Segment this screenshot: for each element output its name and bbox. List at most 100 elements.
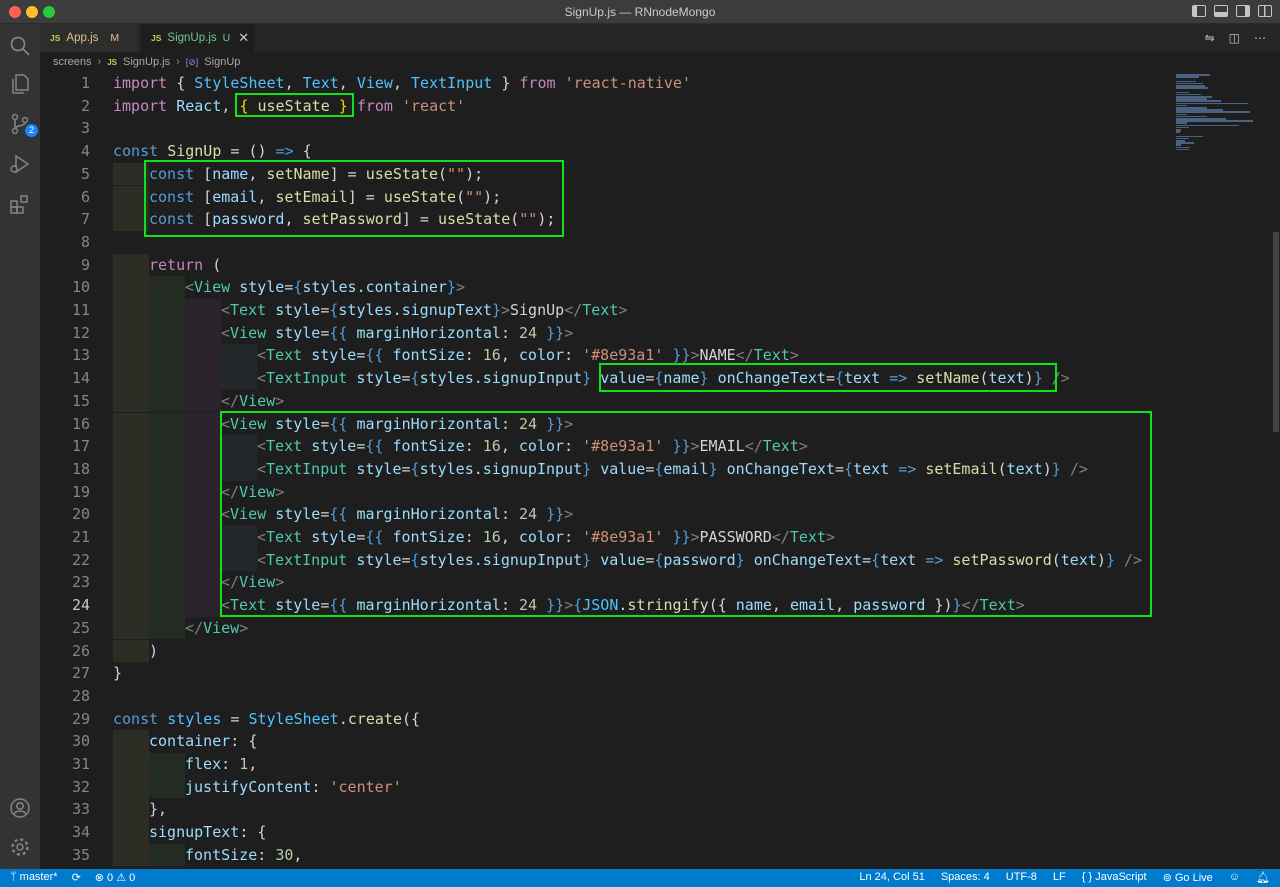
more-actions-icon[interactable]: ⋯: [1254, 31, 1266, 45]
code-token: View: [239, 391, 276, 410]
toggle-sidebar-icon[interactable]: [1192, 5, 1206, 17]
scrollbar-thumb[interactable]: [1273, 232, 1279, 432]
code-token: const: [113, 142, 159, 161]
code-token: </: [221, 391, 240, 410]
breadcrumb-symbol[interactable]: SignUp: [204, 56, 240, 68]
toggle-secondary-sidebar-icon[interactable]: [1236, 5, 1250, 17]
code-token: style: [275, 323, 321, 342]
source-control-icon[interactable]: 2: [8, 112, 38, 137]
code-area[interactable]: import { StyleSheet, Text, View, TextInp…: [113, 72, 1193, 869]
tab-signup-js[interactable]: JS SignUp.js U ✕: [141, 24, 254, 52]
code-token: from: [519, 74, 556, 92]
title-bar: SignUp.js — RNnodeMongo: [0, 0, 1280, 24]
indent-guide: [185, 321, 221, 345]
line-number: 17: [71, 437, 90, 456]
code-line[interactable]: import { StyleSheet, Text, View, TextInp…: [113, 72, 691, 95]
code-token: :: [257, 845, 276, 864]
breadcrumb: screens › JS SignUp.js › [⊘] SignUp: [40, 52, 1280, 72]
code-line[interactable]: fontSize: 30,: [185, 844, 302, 867]
eol-status[interactable]: LF: [1053, 871, 1066, 884]
search-icon[interactable]: [8, 34, 32, 58]
code-token: marginHorizontal: [356, 323, 501, 342]
code-token: 30: [275, 845, 294, 864]
settings-gear-icon[interactable]: [8, 835, 32, 859]
language-mode[interactable]: { } JavaScript: [1082, 871, 1147, 884]
breadcrumb-folder[interactable]: screens: [53, 56, 92, 68]
highlight-box-email-password-views: [220, 411, 1152, 617]
indent-guide: [113, 435, 149, 458]
split-editor-icon[interactable]: ◫: [1229, 31, 1240, 45]
compare-changes-icon[interactable]: ⇋: [1205, 31, 1215, 45]
code-line[interactable]: container: {: [149, 730, 257, 753]
git-branch-status[interactable]: ᛘ master*: [10, 871, 58, 884]
code-token: style: [275, 301, 321, 319]
code-token: >: [455, 278, 465, 297]
code-line[interactable]: </View>: [221, 390, 284, 413]
go-live-button[interactable]: ⊚ Go Live: [1163, 871, 1213, 884]
cursor-position[interactable]: Ln 24, Col 51: [859, 871, 924, 884]
close-icon[interactable]: ✕: [238, 30, 249, 46]
indent-guide: [185, 299, 221, 322]
indent-guide: [149, 389, 185, 413]
code-line[interactable]: }: [113, 662, 122, 685]
code-line[interactable]: return (: [149, 254, 221, 277]
code-line[interactable]: signupText: {: [149, 821, 266, 844]
code-token: 16: [482, 346, 501, 365]
code-line[interactable]: flex: 1,: [185, 753, 257, 776]
sync-icon[interactable]: ⟳: [72, 871, 81, 884]
line-number: 7: [80, 210, 90, 229]
indentation-status[interactable]: Spaces: 4: [941, 871, 990, 884]
line-number: 24: [71, 596, 90, 615]
code-line[interactable]: },: [149, 798, 167, 821]
indent-guide: [113, 389, 149, 413]
indent-guide: [185, 526, 221, 549]
code-line[interactable]: <View style={styles.container}>: [185, 276, 465, 299]
tab-label: App.js: [66, 32, 99, 44]
indent-guide: [113, 753, 149, 776]
tab-app-js[interactable]: JS App.js M: [40, 24, 138, 52]
indent-guide: [185, 435, 221, 458]
feedback-icon[interactable]: ☺: [1229, 871, 1240, 884]
indent-guide: [149, 321, 185, 345]
indent-guide: [149, 435, 185, 458]
highlight-box-name-binding: [599, 363, 1057, 392]
breadcrumb-file[interactable]: SignUp.js: [123, 56, 170, 68]
extensions-icon[interactable]: [8, 192, 32, 216]
code-editor[interactable]: 1 2 3 4 5 6 7 8 9 10 11 12 13 14 15 16 17 18 19 20 21 22 23 24 2…: [40, 72, 1280, 869]
javascript-file-icon: JS: [107, 57, 117, 67]
code-token: }: [491, 301, 501, 319]
line-number: 23: [71, 573, 90, 592]
line-number: 28: [71, 686, 90, 705]
code-token: signupText: [149, 823, 240, 842]
problems-status[interactable]: ⊗ 0 ⚠ 0: [95, 871, 135, 884]
code-token: :: [500, 323, 520, 342]
code-line[interactable]: justifyContent: 'center': [185, 776, 402, 799]
indent-guide: [185, 412, 221, 436]
code-line[interactable]: const styles = StyleSheet.create({: [113, 708, 420, 731]
code-token: const: [113, 709, 159, 728]
tab-status: M: [110, 32, 120, 44]
indent-guide: [185, 571, 221, 595]
code-line[interactable]: <Text style={styles.signupText}>SignUp</…: [221, 299, 627, 322]
toggle-panel-icon[interactable]: [1214, 5, 1228, 17]
notifications-bell-icon[interactable]: 🔔︎: [1256, 871, 1270, 884]
explorer-icon[interactable]: [8, 72, 32, 96]
indent-guide: [113, 503, 149, 526]
customize-layout-icon[interactable]: [1258, 5, 1272, 17]
encoding-status[interactable]: UTF-8: [1006, 871, 1037, 884]
code-token: container: [365, 278, 447, 297]
code-line[interactable]: <View style={{ marginHorizontal: 24 }}>: [221, 322, 573, 345]
code-line[interactable]: ): [149, 640, 158, 663]
code-token: >: [618, 301, 628, 319]
account-icon[interactable]: [8, 796, 32, 820]
run-debug-icon[interactable]: [8, 152, 32, 176]
code-line[interactable]: </View>: [185, 617, 248, 640]
code-token: (: [203, 255, 222, 274]
code-token: .: [392, 301, 402, 319]
indent-guide: [113, 367, 149, 390]
code-token: Text: [302, 74, 339, 92]
minimap[interactable]: [1170, 72, 1280, 182]
